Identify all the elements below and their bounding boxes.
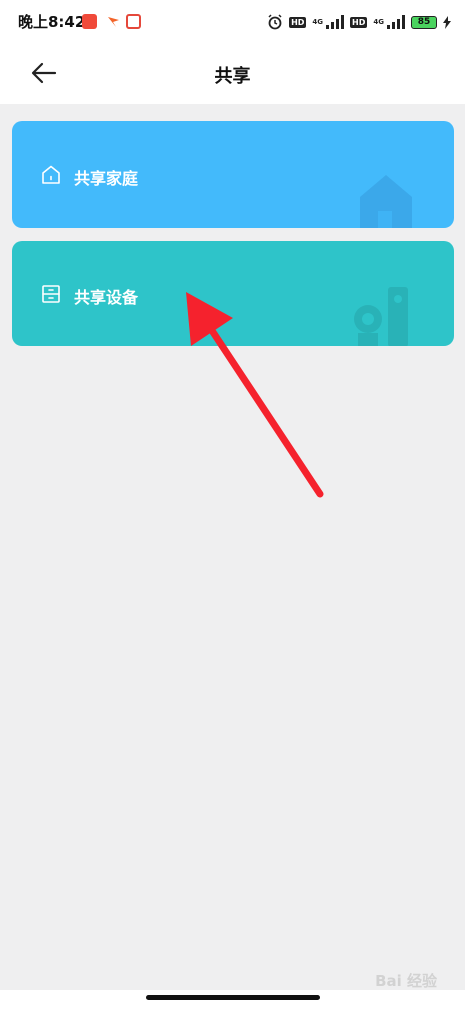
network-type-label: 4G <box>312 18 324 26</box>
gesture-bar <box>0 990 465 1009</box>
alarm-icon <box>268 14 282 30</box>
app-notification-icon <box>82 14 97 29</box>
status-time: 晚上8:42 <box>18 13 86 31</box>
signal-icon <box>326 15 345 29</box>
share-device-label: 共享设备 <box>74 288 139 307</box>
page-title: 共享 <box>214 66 251 87</box>
device-decoration-icon <box>354 287 408 346</box>
hd-badge: HD <box>289 16 307 28</box>
share-device-card[interactable]: 共享设备 <box>12 241 454 346</box>
charging-icon <box>443 15 451 29</box>
device-cabinet-icon <box>42 285 60 303</box>
network-type-label-2: 4G <box>373 18 384 26</box>
signal-icon-2 <box>387 15 405 29</box>
house-decoration-icon <box>360 175 412 228</box>
home-indicator[interactable] <box>146 995 320 1000</box>
share-family-card[interactable]: 共享家庭 <box>12 121 454 228</box>
app-gift-icon <box>126 14 141 29</box>
home-outline-icon <box>42 165 60 184</box>
battery-icon: 85 <box>411 15 437 29</box>
app-header: 共享 <box>0 44 465 104</box>
hd-badge-2: HD <box>350 16 368 28</box>
status-right-group: HD 4G HD 4G 85 <box>267 12 451 32</box>
app-flag-icon <box>108 17 119 27</box>
baidu-watermark: Bai 经验 <box>375 972 437 990</box>
share-family-label: 共享家庭 <box>74 169 139 188</box>
status-bar: 晚上8:42 HD 4G HD 4G 85 <box>0 0 465 44</box>
